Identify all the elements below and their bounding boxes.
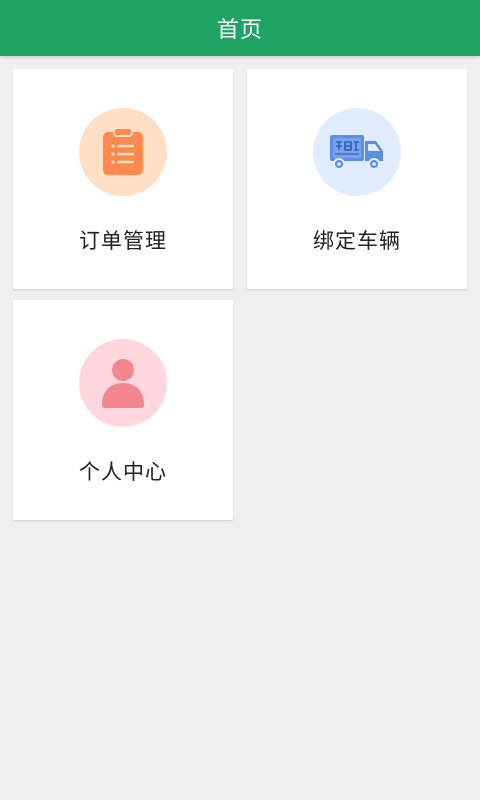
bind-vehicle-card[interactable]: 绑定车辆 [247,69,467,289]
profile-icon-circle [79,339,167,427]
clipboard-icon [103,127,143,175]
page-title: 首页 [216,18,263,43]
personal-center-label: 个人中心 [79,460,167,484]
order-management-card[interactable]: 订单管理 [13,69,233,289]
truck-icon [330,135,383,170]
app-bar: 首页 [0,0,480,56]
person-icon [102,359,144,408]
bind-vehicle-label: 绑定车辆 [313,229,401,253]
order-icon-circle [79,108,167,196]
vehicle-icon-circle [313,108,401,196]
order-management-label: 订单管理 [79,229,167,253]
personal-center-card[interactable]: 个人中心 [13,300,233,520]
